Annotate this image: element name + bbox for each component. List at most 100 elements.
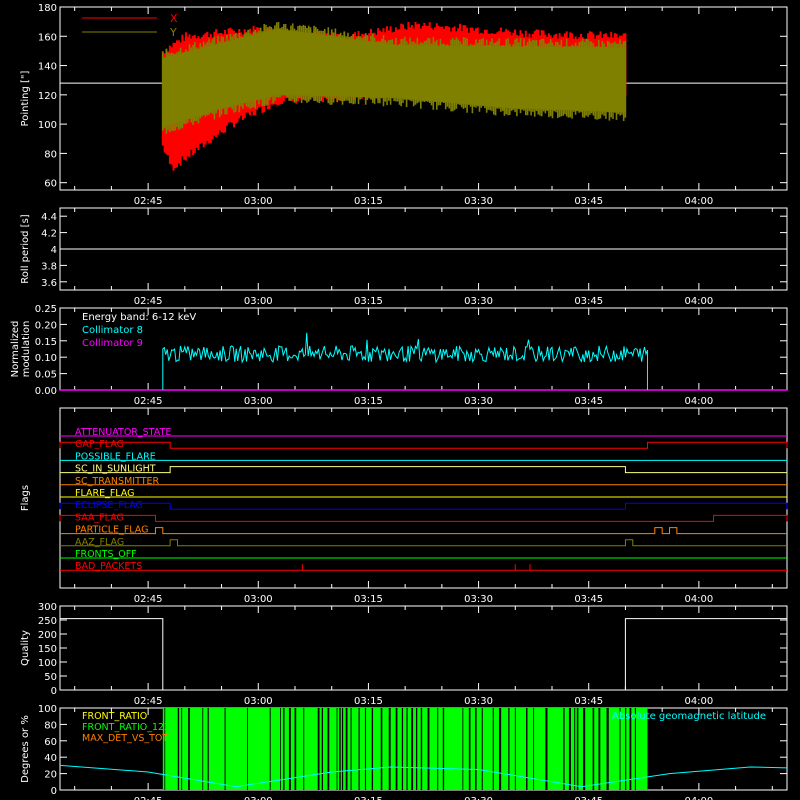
flag-line bbox=[60, 527, 787, 535]
y-tick-label: 0.05 bbox=[35, 370, 57, 381]
x-tick-label: 03:00 bbox=[244, 696, 273, 707]
x-tick-label: 04:00 bbox=[684, 594, 713, 605]
y-axis-label: Quality bbox=[20, 630, 31, 666]
y-tick-label: 250 bbox=[38, 616, 57, 627]
x-tick-label: 03:00 bbox=[244, 296, 273, 307]
x-tick-label: 02:45 bbox=[134, 594, 163, 605]
latitude-annotation: Absolute geomagnetic latitude bbox=[612, 711, 766, 722]
x-tick-label: 03:45 bbox=[574, 396, 603, 407]
flag-line bbox=[60, 466, 787, 474]
flag-line bbox=[59, 514, 788, 522]
x-tick-label: 04:00 bbox=[684, 796, 713, 800]
y-tick-label: 3.8 bbox=[41, 261, 57, 272]
x-tick-label: 03:00 bbox=[244, 396, 273, 407]
collimator-8-line bbox=[162, 332, 648, 391]
y-tick-label: 0.15 bbox=[35, 337, 57, 348]
legend-label-x: X bbox=[170, 12, 178, 25]
y-tick-label: 0 bbox=[51, 686, 57, 697]
y-tick-label: 0.25 bbox=[35, 304, 57, 315]
y-tick-label: 140 bbox=[38, 62, 57, 73]
y-tick-label: 160 bbox=[38, 32, 57, 43]
legend-label-y: Y bbox=[169, 26, 177, 39]
x-tick-label: 04:00 bbox=[684, 296, 713, 307]
x-tick-label: 03:00 bbox=[244, 796, 273, 800]
y-tick-label: 200 bbox=[38, 630, 57, 641]
x-tick-label: 03:15 bbox=[354, 796, 383, 800]
panel-6: 02:45 03:00 03:15 03:30 03:45 04:00 Degrees or… bbox=[20, 704, 788, 800]
x-tick-label: 03:45 bbox=[574, 594, 603, 605]
y-tick-label: 60 bbox=[44, 179, 57, 190]
y-tick-label: 0.00 bbox=[35, 386, 57, 397]
x-tick-label: 04:00 bbox=[684, 696, 713, 707]
legend-label: MAX_DET_VS_TOT bbox=[82, 733, 168, 744]
x-tick-label: 03:30 bbox=[464, 594, 493, 605]
x-tick-label: 03:15 bbox=[354, 594, 383, 605]
flag-label: ECLIPSE_FLAG bbox=[75, 500, 143, 511]
x-tick-label: 03:15 bbox=[354, 296, 383, 307]
y-tick-label: 100 bbox=[38, 704, 57, 715]
x-tick-label: 03:45 bbox=[574, 796, 603, 800]
y-axis-label: Pointing ["] bbox=[20, 70, 31, 126]
y-tick-label: 4.4 bbox=[41, 212, 57, 223]
y-tick-label: 0 bbox=[51, 786, 57, 797]
panel-2: 02:45 03:00 03:15 03:30 03:45 04:00 Roll perio… bbox=[20, 207, 788, 307]
y-axis-label: Normalized bbox=[10, 321, 21, 378]
x-tick-label: 03:00 bbox=[244, 196, 273, 207]
y-tick-label: 60 bbox=[44, 737, 57, 748]
x-tick-label: 02:45 bbox=[134, 696, 163, 707]
y-axis-label: modulation bbox=[21, 321, 32, 378]
y-tick-label: 100 bbox=[38, 120, 57, 131]
quality-line bbox=[60, 618, 787, 691]
x-tick-label: 03:45 bbox=[574, 296, 603, 307]
y-axis-label: Degrees or % bbox=[20, 715, 31, 783]
y-tick-label: 4.2 bbox=[41, 229, 57, 240]
x-tick-label: 03:30 bbox=[464, 696, 493, 707]
y-tick-label: 100 bbox=[38, 658, 57, 669]
panel-3: 02:45 03:00 03:15 03:30 03:45 04:00 Normalized… bbox=[10, 304, 788, 407]
x-tick-label: 02:45 bbox=[134, 196, 163, 207]
x-tick-label: 03:30 bbox=[464, 196, 493, 207]
x-tick-label: 03:15 bbox=[354, 196, 383, 207]
y-axis-label: Flags bbox=[20, 485, 31, 511]
x-tick-label: 03:45 bbox=[574, 696, 603, 707]
y-tick-label: 80 bbox=[44, 720, 57, 731]
x-tick-label: 03:30 bbox=[464, 396, 493, 407]
y-axis-label: Roll period [s] bbox=[20, 214, 31, 283]
x-tick-label: 03:15 bbox=[354, 396, 383, 407]
panel-1: 02:45 03:00 03:15 03:30 03:45 04:00 Pointing [… bbox=[20, 3, 788, 207]
x-tick-label: 02:45 bbox=[134, 296, 163, 307]
x-tick-label: 03:30 bbox=[464, 796, 493, 800]
x-tick-label: 03:45 bbox=[574, 196, 603, 207]
legend-label: FRONT_RATIO_1225 bbox=[82, 722, 176, 733]
y-tick-label: 120 bbox=[38, 91, 57, 102]
panel-4: 02:45 03:00 03:15 03:30 03:45 04:00FlagsATTEN… bbox=[20, 407, 788, 605]
y-tick-label: 20 bbox=[44, 770, 57, 781]
legend-label-collimator-8: Collimator 8 bbox=[82, 325, 143, 336]
y-tick-label: 150 bbox=[38, 644, 57, 655]
legend-label: FRONT_RATIO bbox=[82, 711, 147, 722]
x-tick-label: 03:30 bbox=[464, 296, 493, 307]
flag-line bbox=[59, 502, 788, 510]
x-tick-label: 04:00 bbox=[684, 196, 713, 207]
x-tick-label: 02:45 bbox=[134, 796, 163, 800]
y-tick-label: 180 bbox=[38, 3, 57, 14]
flag-label: GAP_FLAG bbox=[75, 439, 124, 450]
flag-line bbox=[60, 539, 787, 547]
x-tick-label: 04:00 bbox=[684, 396, 713, 407]
flag-line bbox=[59, 441, 788, 449]
x-tick-label: 03:15 bbox=[354, 696, 383, 707]
y-tick-label: 0.10 bbox=[35, 353, 57, 364]
rhessi-summary-plot: 02:45 03:00 03:15 03:30 03:45 04:00 Pointing [… bbox=[10, 3, 788, 800]
y-tick-label: 4 bbox=[51, 245, 57, 256]
flag-label: SAA_FLAG bbox=[75, 512, 124, 523]
y-tick-label: 40 bbox=[44, 753, 57, 764]
y-tick-label: 3.6 bbox=[41, 278, 57, 289]
energy-band-annotation: Energy band: 6-12 keV bbox=[82, 312, 196, 323]
y-tick-label: 80 bbox=[44, 149, 57, 160]
x-tick-label: 03:00 bbox=[244, 594, 273, 605]
y-tick-label: 50 bbox=[44, 672, 57, 683]
x-tick-label: 02:45 bbox=[134, 396, 163, 407]
panel-5: 02:45 03:00 03:15 03:30 03:45 04:00 Quality 0 50… bbox=[20, 602, 788, 707]
y-tick-label: 0.20 bbox=[35, 320, 57, 331]
y-tick-label: 300 bbox=[38, 602, 57, 613]
